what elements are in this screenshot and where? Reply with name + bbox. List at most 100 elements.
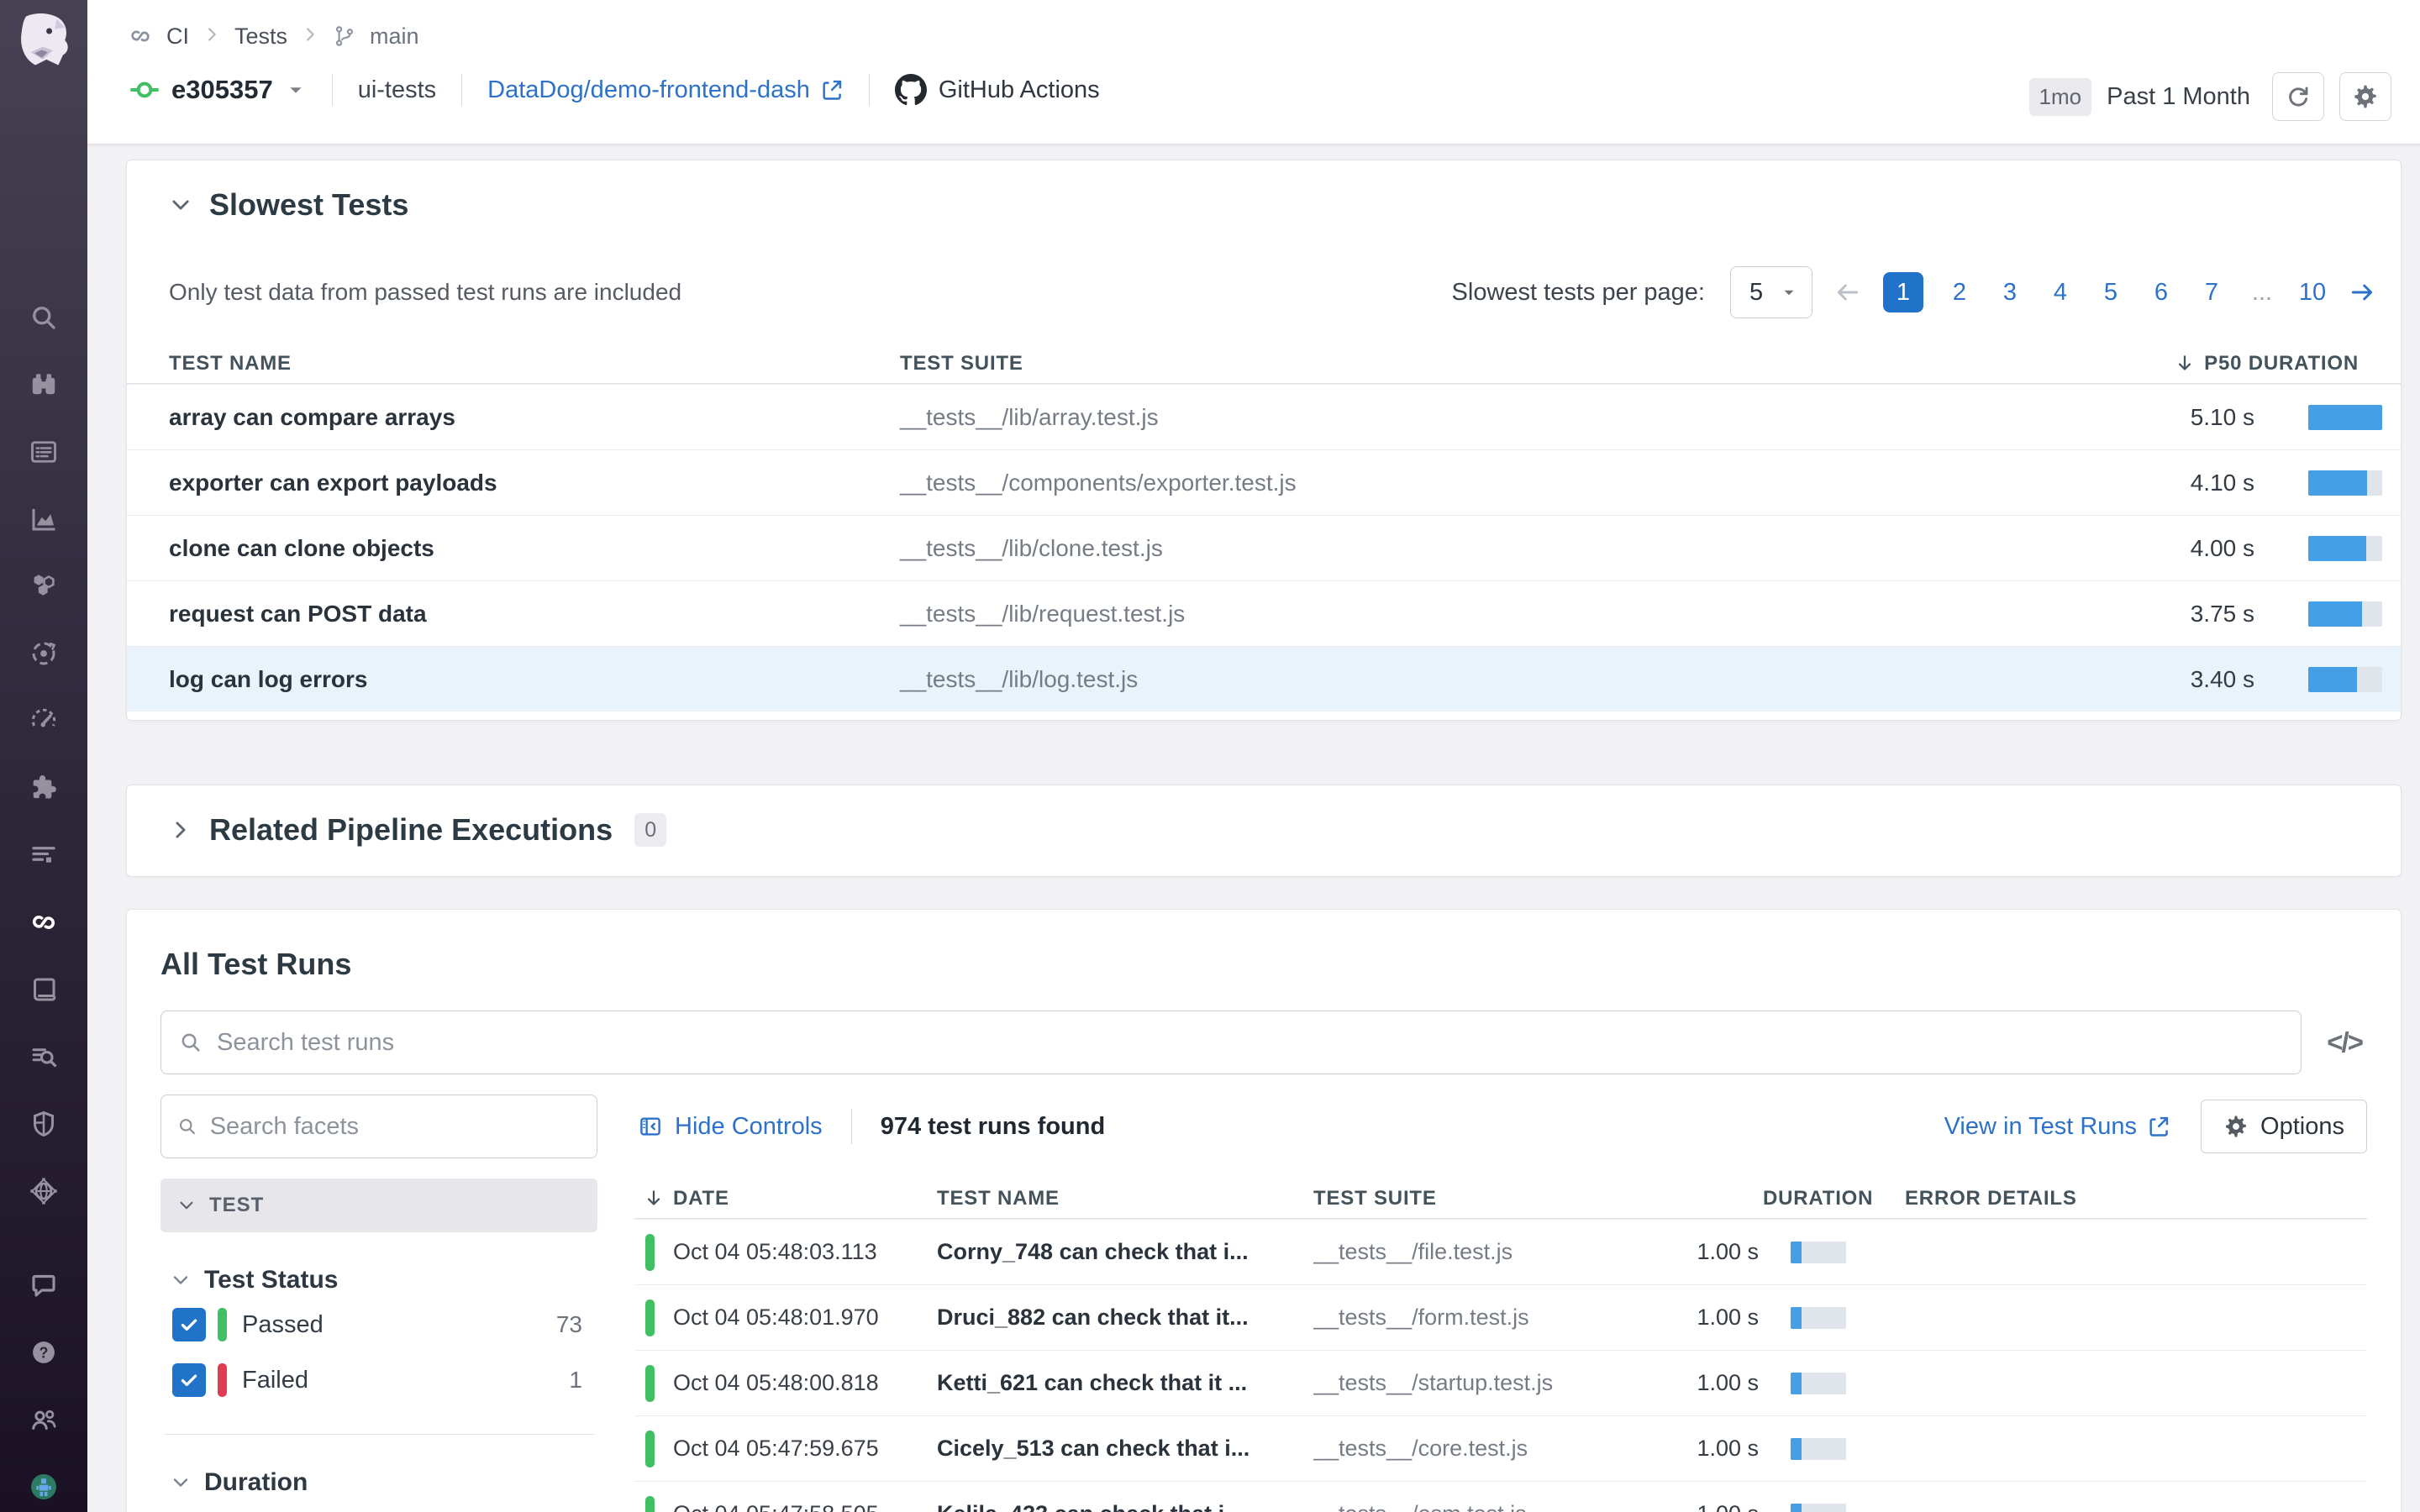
sidebar-item-help[interactable]: ? — [0, 1319, 87, 1386]
time-range-label[interactable]: Past 1 Month — [2107, 83, 2250, 111]
facet-option-count: 1 — [569, 1367, 582, 1393]
facet-title-label: Duration — [204, 1468, 308, 1496]
sidebar-item-ci-pipelines[interactable] — [0, 889, 87, 956]
sidebar-item-metrics[interactable] — [0, 486, 87, 553]
sidebar-item-apm[interactable] — [0, 620, 87, 687]
facet-option-label: Failed — [242, 1366, 308, 1394]
table-row[interactable]: Oct 04 05:48:01.970 Druci_882 can check … — [634, 1284, 2367, 1350]
options-button[interactable]: Options — [2201, 1100, 2367, 1153]
facet-test-status[interactable]: Test Status — [171, 1266, 597, 1294]
refresh-button[interactable] — [2272, 72, 2324, 121]
chevron-down-icon[interactable] — [285, 79, 307, 101]
sidebar-item-notebooks[interactable] — [0, 956, 87, 1023]
page-number[interactable]: 7 — [2197, 279, 2226, 307]
section-title: Related Pipeline Executions — [209, 812, 613, 847]
facet-option-passed[interactable]: Passed 73 — [172, 1299, 582, 1350]
sidebar-item-security[interactable] — [0, 1090, 87, 1158]
facet-group-test[interactable]: TEST — [160, 1179, 597, 1232]
status-cell — [634, 1430, 673, 1467]
svg-text:?: ? — [39, 1344, 49, 1361]
code-view-icon[interactable]: </> — [2322, 1026, 2367, 1058]
pipeline-icon — [128, 24, 153, 49]
table-row[interactable]: clone can clone objects __tests__/lib/cl… — [127, 515, 2401, 580]
sidebar-item-dashboards[interactable] — [0, 418, 87, 486]
run-date: Oct 04 05:48:01.970 — [673, 1305, 879, 1330]
col-test-name[interactable]: TEST NAME — [127, 352, 900, 375]
settings-button[interactable] — [2339, 72, 2391, 121]
hide-controls-button[interactable]: Hide Controls — [638, 1113, 823, 1141]
col-date[interactable]: DATE — [634, 1187, 937, 1210]
sidebar-item-logs[interactable] — [0, 822, 87, 889]
slowest-tests-header[interactable]: Slowest Tests — [127, 187, 2401, 223]
view-in-test-runs-link[interactable]: View in Test Runs — [1944, 1113, 2170, 1141]
test-runs-table: DATE TEST NAME TEST SUITE DURATION ERROR… — [634, 1179, 2367, 1512]
breadcrumb-branch[interactable]: main — [370, 24, 419, 50]
page-number[interactable]: 10 — [2298, 279, 2327, 307]
status-pill-passed — [645, 1299, 655, 1336]
per-page-select[interactable]: 5 — [1730, 266, 1812, 318]
sidebar-item-network[interactable] — [0, 1158, 87, 1225]
status-cell — [634, 1495, 673, 1512]
status-cell — [634, 1364, 673, 1402]
col-error-details[interactable]: ERROR DETAILS — [1905, 1187, 2077, 1210]
duration-bar — [2308, 470, 2382, 496]
checkbox-checked[interactable] — [172, 1308, 206, 1341]
duration-bar — [1791, 1503, 1846, 1512]
facet-option-failed[interactable]: Failed 1 — [172, 1355, 582, 1405]
per-page-label: Slowest tests per page: — [1451, 278, 1705, 306]
search-test-runs-input[interactable] — [217, 1028, 2285, 1057]
search-test-runs[interactable] — [160, 1011, 2302, 1074]
github-icon — [894, 74, 927, 106]
col-test-name[interactable]: TEST NAME — [937, 1187, 1313, 1210]
checkbox-checked[interactable] — [172, 1363, 206, 1397]
search-facets-input[interactable] — [209, 1112, 581, 1141]
pipeline-name: ui-tests — [357, 76, 437, 103]
user-avatar[interactable] — [0, 1453, 87, 1512]
table-row[interactable]: Oct 04 05:47:59.675 Cicely_513 can check… — [634, 1415, 2367, 1481]
table-row[interactable]: array can compare arrays __tests__/lib/a… — [127, 384, 2401, 449]
table-row[interactable]: Oct 04 05:48:00.818 Ketti_621 can check … — [634, 1350, 2367, 1415]
page-number[interactable]: 4 — [2046, 279, 2075, 307]
duration-bar — [1791, 1306, 1846, 1329]
col-duration[interactable]: DURATION — [1658, 1187, 1872, 1210]
facet-duration[interactable]: Duration — [171, 1468, 597, 1497]
col-test-suite[interactable]: TEST SUITE — [1313, 1187, 1658, 1210]
col-test-suite[interactable]: TEST SUITE — [900, 352, 2048, 375]
page-number[interactable]: 5 — [2096, 279, 2125, 307]
sidebar-item-integrations[interactable] — [0, 754, 87, 822]
sidebar-item-organization[interactable] — [0, 1386, 87, 1453]
run-test-name: Druci_882 can check that it... — [937, 1305, 1249, 1330]
table-row-highlighted[interactable]: log can log errors __tests__/lib/log.tes… — [127, 646, 2401, 711]
search-facets[interactable] — [160, 1095, 597, 1158]
avatar-icon — [31, 1474, 56, 1499]
sidebar-item-feedback[interactable] — [0, 1252, 87, 1319]
sidebar-item-monitors[interactable] — [0, 687, 87, 754]
datadog-logo-icon[interactable] — [0, 0, 87, 71]
status-pill-passed — [645, 1364, 655, 1402]
breadcrumb-ci[interactable]: CI — [166, 24, 189, 50]
page-number[interactable]: 2 — [1945, 279, 1974, 307]
divider — [461, 74, 463, 106]
prev-page-arrow[interactable] — [1834, 279, 1861, 306]
sidebar-item-infrastructure[interactable] — [0, 553, 87, 620]
table-row[interactable]: request can POST data __tests__/lib/requ… — [127, 580, 2401, 646]
table-row[interactable]: Oct 04 05:48:03.113 Corny_748 can check … — [634, 1219, 2367, 1284]
related-pipelines-header[interactable]: Related Pipeline Executions 0 — [127, 812, 2401, 848]
next-page-arrow[interactable] — [2349, 279, 2375, 306]
col-p50-duration[interactable]: P50 DURATION — [2048, 352, 2401, 375]
repo-link[interactable]: DataDog/demo-frontend-dash — [487, 76, 844, 104]
shield-icon — [34, 1110, 54, 1137]
breadcrumb-tests[interactable]: Tests — [234, 24, 287, 50]
page-number[interactable]: 1 — [1883, 272, 1923, 312]
table-row[interactable]: exporter can export payloads __tests__/c… — [127, 449, 2401, 515]
time-badge[interactable]: 1mo — [2028, 77, 2092, 116]
commit-sha[interactable]: e305357 — [171, 75, 273, 105]
sidebar-item-log-search[interactable] — [0, 1023, 87, 1090]
globe-network-icon — [30, 1178, 57, 1205]
table-row[interactable]: Oct 04 05:47:58.505 Kelila_433 can check… — [634, 1481, 2367, 1512]
page-number[interactable]: 3 — [1996, 279, 2024, 307]
duration-bar — [2308, 666, 2382, 692]
sidebar-item-search[interactable] — [0, 284, 87, 351]
page-number[interactable]: 6 — [2147, 279, 2175, 307]
sidebar-item-watchdog[interactable] — [0, 351, 87, 418]
